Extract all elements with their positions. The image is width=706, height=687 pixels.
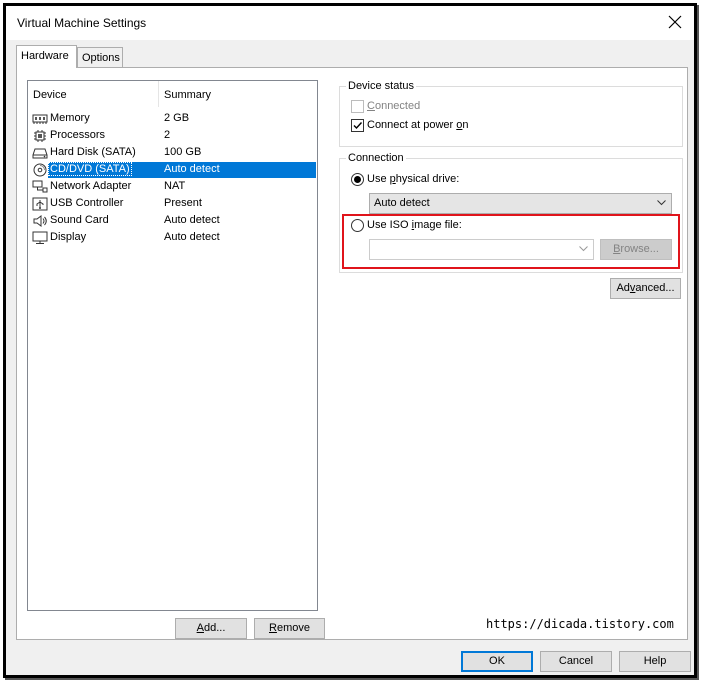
tab-options[interactable]: Options bbox=[77, 47, 123, 67]
physical-drive-value: Auto detect bbox=[374, 197, 430, 209]
connected-checkbox[interactable] bbox=[351, 100, 364, 113]
processor-icon bbox=[34, 130, 46, 142]
device-name: Sound Card bbox=[50, 214, 109, 226]
close-button[interactable] bbox=[662, 11, 688, 35]
window-title: Virtual Machine Settings bbox=[17, 16, 147, 30]
remove-button[interactable]: Remove bbox=[254, 618, 325, 639]
device-name: Display bbox=[50, 231, 87, 243]
device-row-sound-card[interactable]: Sound Card Auto detect bbox=[30, 213, 316, 229]
device-summary: 2 GB bbox=[164, 112, 190, 124]
watermark-url: https://dicada.tistory.com bbox=[486, 617, 674, 631]
chevron-down-icon bbox=[657, 200, 666, 206]
cd-dvd-icon bbox=[33, 163, 47, 177]
connect-at-power-on-checkbox[interactable] bbox=[351, 119, 364, 132]
close-icon bbox=[668, 15, 682, 29]
device-row-display[interactable]: Display Auto detect bbox=[30, 230, 316, 246]
title-bar: Virtual Machine Settings bbox=[6, 6, 694, 40]
advanced-button[interactable]: Advanced... bbox=[610, 278, 681, 299]
physical-drive-select[interactable]: Auto detect bbox=[369, 193, 672, 214]
dialog-window: Virtual Machine Settings Hardware Option… bbox=[3, 3, 697, 678]
column-divider bbox=[158, 81, 159, 107]
device-summary: NAT bbox=[164, 180, 186, 192]
display-icon bbox=[32, 231, 48, 244]
device-list-header: Device Summary bbox=[28, 81, 317, 107]
use-physical-drive-label[interactable]: Use physical drive: bbox=[367, 173, 459, 185]
usb-icon bbox=[32, 197, 48, 211]
memory-icon bbox=[32, 114, 48, 124]
device-row-hard-disk[interactable]: Hard Disk (SATA) 100 GB bbox=[30, 145, 316, 161]
device-status-group: Device status Connected Connect at power… bbox=[339, 80, 683, 147]
ok-button[interactable]: OK bbox=[461, 651, 533, 672]
use-iso-image-label[interactable]: Use ISO image file: bbox=[367, 219, 462, 231]
device-row-usb-controller[interactable]: USB Controller Present bbox=[30, 196, 316, 212]
connection-group: Connection Use physical drive: Auto dete… bbox=[339, 152, 683, 273]
device-list[interactable]: Device Summary Memory 2 GB Processors 2 … bbox=[27, 80, 318, 611]
connected-label[interactable]: Connected bbox=[367, 100, 420, 112]
hard-disk-icon bbox=[32, 148, 48, 159]
device-row-memory[interactable]: Memory 2 GB bbox=[30, 111, 316, 127]
network-adapter-icon bbox=[32, 180, 48, 193]
device-name: Hard Disk (SATA) bbox=[50, 146, 136, 158]
device-summary: Auto detect bbox=[164, 214, 220, 226]
add-button[interactable]: Add... bbox=[175, 618, 247, 639]
column-header-summary[interactable]: Summary bbox=[164, 89, 211, 101]
help-button[interactable]: Help bbox=[619, 651, 691, 672]
device-summary: Auto detect bbox=[164, 231, 220, 243]
connect-at-power-on-label[interactable]: Connect at power on bbox=[367, 119, 469, 131]
device-name: Processors bbox=[50, 129, 106, 141]
chevron-down-icon bbox=[579, 246, 588, 252]
device-name: USB Controller bbox=[50, 197, 124, 209]
device-row-cd-dvd[interactable]: CD/DVD (SATA) Auto detect bbox=[30, 162, 316, 178]
device-summary: Auto detect bbox=[164, 163, 220, 175]
tab-hardware[interactable]: Hardware bbox=[16, 45, 77, 68]
use-iso-image-radio[interactable] bbox=[351, 219, 364, 232]
device-name: CD/DVD (SATA) bbox=[48, 162, 132, 176]
device-name: Memory bbox=[50, 112, 90, 124]
iso-image-path-input[interactable] bbox=[369, 239, 594, 260]
hardware-panel: Device Summary Memory 2 GB Processors 2 … bbox=[16, 67, 688, 640]
device-status-label: Device status bbox=[346, 80, 417, 92]
sound-card-icon bbox=[33, 215, 47, 227]
device-row-network-adapter[interactable]: Network Adapter NAT bbox=[30, 179, 316, 195]
checkmark-icon bbox=[353, 122, 363, 130]
cancel-button[interactable]: Cancel bbox=[540, 651, 612, 672]
device-row-processors[interactable]: Processors 2 bbox=[30, 128, 316, 144]
device-summary: Present bbox=[164, 197, 202, 209]
browse-button[interactable]: Browse... bbox=[600, 239, 672, 260]
connection-label: Connection bbox=[346, 152, 406, 164]
use-physical-drive-radio[interactable] bbox=[351, 173, 364, 186]
device-summary: 2 bbox=[164, 129, 171, 141]
radio-dot bbox=[354, 176, 361, 183]
device-summary: 100 GB bbox=[164, 146, 202, 158]
column-header-device[interactable]: Device bbox=[33, 89, 67, 101]
device-name: Network Adapter bbox=[50, 180, 132, 192]
